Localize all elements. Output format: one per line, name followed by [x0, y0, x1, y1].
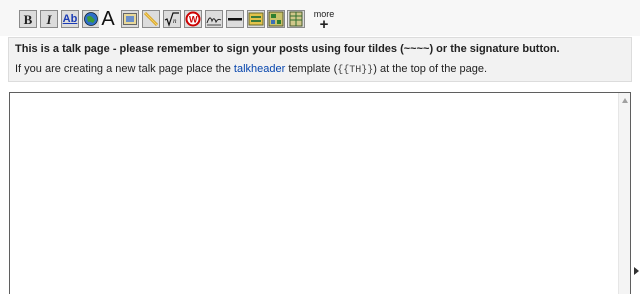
- talk-page-notice: This is a talk page - please remember to…: [8, 37, 632, 82]
- gallery-button[interactable]: [267, 10, 285, 28]
- hint-middle: template (: [285, 63, 338, 75]
- headline-icon: A: [101, 10, 115, 28]
- no-wiki-icon: W: [185, 11, 201, 27]
- embedded-image-button[interactable]: [121, 10, 139, 28]
- signature-reminder: This is a talk page - please remember to…: [15, 43, 560, 55]
- edit-toolbar: B I Ab A n W more +: [0, 0, 640, 36]
- gallery-icon: [268, 11, 284, 27]
- square-root-icon: n: [164, 12, 179, 27]
- external-link-button[interactable]: [82, 10, 100, 28]
- italic-icon: I: [46, 11, 52, 27]
- signature-button[interactable]: [205, 10, 223, 28]
- scroll-up-arrow-icon[interactable]: [622, 98, 628, 103]
- more-buttons-toggle[interactable]: more +: [312, 9, 336, 33]
- headline-button[interactable]: A: [99, 10, 117, 28]
- internal-link-button[interactable]: Ab: [61, 10, 79, 28]
- nowiki-button[interactable]: W: [184, 10, 202, 28]
- expand-arrow-icon[interactable]: [634, 267, 639, 275]
- bold-icon: B: [23, 11, 33, 27]
- edit-textarea[interactable]: [9, 92, 631, 294]
- template-button[interactable]: [247, 10, 265, 28]
- template-code: {{TH}}: [337, 65, 374, 76]
- signature-icon: [206, 17, 222, 26]
- media-icon: [143, 11, 159, 27]
- talkheader-link[interactable]: talkheader: [234, 63, 285, 75]
- edit-textarea-content[interactable]: [10, 93, 618, 294]
- hint-prefix: If you are creating a new talk page plac…: [15, 63, 234, 75]
- template-icon: [248, 12, 264, 26]
- globe-icon: [84, 12, 98, 26]
- media-file-button[interactable]: [142, 10, 160, 28]
- svg-text:n: n: [173, 17, 177, 25]
- horizontal-line-button[interactable]: [226, 10, 244, 28]
- table-button[interactable]: [287, 10, 305, 28]
- talkheader-hint: If you are creating a new talk page plac…: [15, 63, 487, 76]
- hint-suffix: ) at the top of the page.: [373, 63, 488, 75]
- image-icon: [123, 13, 137, 25]
- math-formula-button[interactable]: n: [163, 10, 181, 28]
- horizontal-rule-icon: [228, 18, 242, 21]
- plus-icon: +: [319, 16, 329, 33]
- link-icon: Ab: [62, 13, 78, 25]
- italic-button[interactable]: I: [40, 10, 58, 28]
- table-icon: [289, 11, 303, 27]
- vertical-scrollbar[interactable]: [618, 93, 630, 294]
- svg-text:W: W: [189, 15, 198, 25]
- bold-button[interactable]: B: [19, 10, 37, 28]
